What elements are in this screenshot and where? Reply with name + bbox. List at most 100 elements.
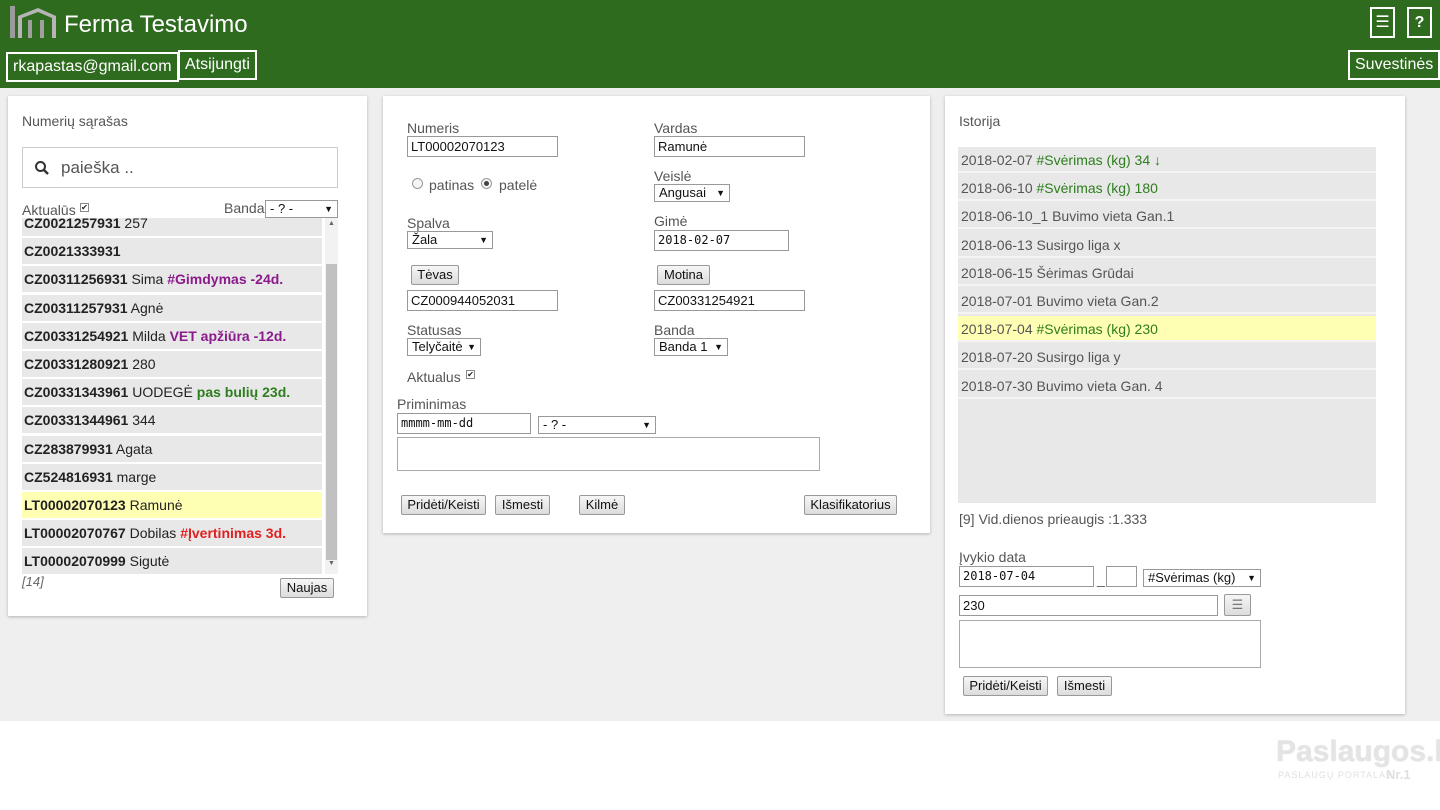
list-item[interactable]: CZ00331254921 Milda VET apžiūra -12d.: [22, 323, 322, 349]
list-item[interactable]: CZ00331343961 UODEGĖ pas bulių 23d.: [22, 379, 322, 405]
history-event: Buvimo vieta Gan.2: [1036, 293, 1159, 309]
history-list: 2018-02-07 #Svėrimas (kg) 34 ↓ 2018-06-10…: [958, 147, 1376, 503]
classifier-button[interactable]: Klasifikatorius: [804, 495, 897, 515]
animal-name: Agata: [115, 441, 153, 457]
history-date: 2018-06-10_1: [961, 208, 1049, 224]
history-item[interactable]: 2018-07-04 #Svėrimas (kg) 230: [958, 316, 1376, 342]
event-date-input[interactable]: 2018-07-04: [959, 566, 1094, 587]
history-item[interactable]: 2018-06-15 Šėrimas Grūdai: [958, 260, 1376, 286]
herd-select[interactable]: Banda 1 ▼: [654, 338, 728, 356]
mother-input[interactable]: CZ00331254921: [654, 290, 805, 311]
list-item[interactable]: LT00002070999 Sigutė: [22, 548, 322, 574]
reminder-label: Priminimas: [397, 396, 467, 412]
color-select[interactable]: Žala ▼: [407, 231, 493, 249]
list-item[interactable]: CZ00311256931 Sima #Gimdymas -24d.: [22, 266, 322, 292]
male-radio[interactable]: [412, 178, 423, 189]
list-scrollbar[interactable]: ▲ ▼: [325, 218, 338, 574]
new-animal-button[interactable]: Naujas: [280, 578, 334, 598]
father-button[interactable]: Tėvas: [411, 265, 459, 285]
reminder-date-input[interactable]: mmmm-mm-dd: [397, 413, 531, 434]
delete-button[interactable]: Išmesti: [495, 495, 550, 515]
actual-checkbox[interactable]: ✔: [466, 370, 475, 379]
animal-id: CZ00331344961: [24, 412, 129, 428]
reminder-type-value: - ? -: [543, 417, 567, 432]
father-input[interactable]: CZ000944052031: [407, 290, 558, 311]
summaries-button[interactable]: Suvestinės: [1348, 50, 1440, 80]
chevron-down-icon: ▼: [467, 342, 476, 352]
list-item[interactable]: CZ00331344961 344: [22, 407, 322, 433]
list-item[interactable]: LT00002070767 Dobilas #Įvertinimas 3d.: [22, 520, 322, 546]
list-item[interactable]: CZ0021333931: [22, 238, 322, 264]
born-label: Gimė: [654, 213, 688, 229]
breed-select[interactable]: Angusai ▼: [654, 184, 730, 202]
list-item[interactable]: LT00002070123 Ramunė: [22, 492, 322, 518]
watermark-brand: Paslaugos.lt: [1276, 735, 1440, 768]
animal-name: Dobilas: [129, 525, 177, 541]
mother-button[interactable]: Motina: [657, 265, 710, 285]
event-separator: _: [1097, 571, 1105, 587]
history-item[interactable]: 2018-06-10 #Svėrimas (kg) 180: [958, 175, 1376, 201]
animal-id: CZ283879931: [24, 441, 113, 457]
daily-gain-text: [9] Vid.dienos prieaugis :1.333: [959, 511, 1148, 527]
user-email-button[interactable]: rkapastas@gmail.com: [6, 52, 179, 82]
animal-id: CZ0021333931: [24, 243, 121, 259]
watermark-number: Nr.1: [1386, 767, 1411, 782]
number-input[interactable]: LT00002070123: [407, 136, 558, 157]
add-edit-button[interactable]: Pridėti/Keisti: [401, 495, 486, 515]
help-button[interactable]: ?: [1407, 7, 1432, 38]
reminder-textarea[interactable]: [397, 437, 820, 471]
logout-button[interactable]: Atsijungti: [178, 50, 257, 80]
history-date: 2018-07-20: [961, 349, 1033, 365]
scrollbar-thumb[interactable]: [326, 264, 337, 560]
herd-filter-select[interactable]: - ? - ▼: [265, 200, 338, 218]
animal-name: Milda: [132, 328, 166, 344]
history-panel: Istorija 2018-02-07 #Svėrimas (kg) 34 ↓ 2…: [945, 96, 1405, 714]
animal-list: CZ0021257931 257 CZ0021333931 CZ003112569…: [22, 218, 324, 574]
animal-id: CZ00311256931: [24, 271, 128, 287]
animal-name: Ramunė: [129, 497, 183, 513]
event-type-value: #Svėrimas (kg): [1148, 570, 1236, 585]
event-value-input[interactable]: 230: [959, 595, 1218, 616]
reminder-type-select[interactable]: - ? - ▼: [538, 416, 656, 434]
animal-id: CZ00331280921: [24, 356, 129, 372]
list-item[interactable]: CZ0021257931 257: [22, 218, 322, 236]
actual-filter-checkbox[interactable]: ✔: [80, 203, 89, 212]
animal-id: LT00002070123: [24, 497, 126, 513]
list-item[interactable]: CZ524816931 marge: [22, 464, 322, 490]
actual-filter-label: Aktualūs: [22, 202, 76, 218]
search-input[interactable]: paieška ..: [22, 147, 338, 188]
animal-id: CZ0021257931: [24, 218, 121, 231]
list-item[interactable]: CZ00311257931 Agnė: [22, 295, 322, 321]
female-radio[interactable]: [481, 178, 492, 189]
list-icon[interactable]: ☰: [1224, 594, 1251, 616]
status-value: Telyčaitė: [412, 339, 463, 354]
origin-button[interactable]: Kilmė: [579, 495, 625, 515]
event-type-select[interactable]: #Svėrimas (kg) ▼: [1143, 569, 1261, 587]
born-date-input[interactable]: 2018-02-07: [654, 230, 789, 251]
history-date: 2018-02-07: [961, 152, 1033, 168]
event-textarea[interactable]: [959, 620, 1261, 668]
history-date: 2018-06-15: [961, 265, 1033, 281]
name-input[interactable]: Ramunė: [654, 136, 805, 157]
animal-id: CZ524816931: [24, 469, 113, 485]
history-item[interactable]: 2018-06-10_1 Buvimo vieta Gan.1: [958, 203, 1376, 229]
herd-filter-value: - ? -: [270, 201, 294, 216]
status-select[interactable]: Telyčaitė ▼: [407, 338, 481, 356]
menu-icon[interactable]: ☰: [1370, 7, 1395, 38]
animal-name: Sima: [131, 271, 164, 287]
female-label: patelė: [499, 177, 538, 193]
history-item[interactable]: 2018-07-30 Buvimo vieta Gan. 4: [958, 373, 1376, 399]
list-item[interactable]: CZ00331280921 280: [22, 351, 322, 377]
history-item[interactable]: 2018-07-01 Buvimo vieta Gan.2: [958, 288, 1376, 314]
history-event: Buvimo vieta Gan.1: [1052, 208, 1175, 224]
scroll-up-icon[interactable]: ▲: [325, 220, 338, 232]
history-item[interactable]: 2018-02-07 #Svėrimas (kg) 34 ↓: [958, 147, 1376, 173]
list-item[interactable]: CZ283879931 Agata: [22, 436, 322, 462]
history-item[interactable]: 2018-07-20 Susirgo liga y: [958, 344, 1376, 370]
event-delete-button[interactable]: Išmesti: [1057, 676, 1112, 696]
scroll-down-icon[interactable]: ▼: [325, 560, 338, 572]
event-index-input[interactable]: [1106, 566, 1137, 587]
history-item[interactable]: 2018-06-13 Susirgo liga x: [958, 232, 1376, 258]
event-add-edit-button[interactable]: Pridėti/Keisti: [963, 676, 1048, 696]
history-event: Šėrimas Grūdai: [1036, 265, 1134, 281]
